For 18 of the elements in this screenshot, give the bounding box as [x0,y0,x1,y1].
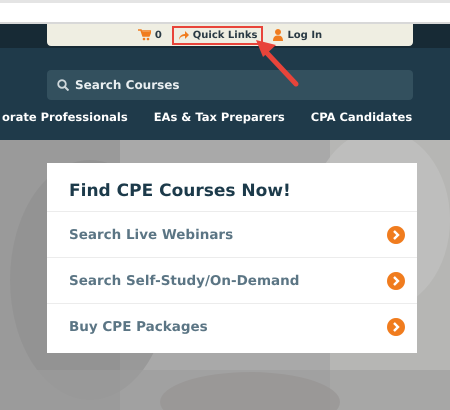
quick-links-link[interactable]: Quick Links [172,26,264,44]
nav-link[interactable]: orate Professionals [2,110,128,124]
course-link[interactable]: Search Self-Study/On-Demand [47,257,417,303]
cart-icon [138,29,151,41]
nav-link[interactable]: CPA Candidates [310,110,412,124]
share-arrow-icon [178,30,189,40]
card-title: Find CPE Courses Now! [69,181,292,203]
login-link[interactable]: Log In [287,30,322,40]
course-link[interactable]: Buy CPE Packages [47,303,417,349]
search-icon [57,79,69,91]
person-icon [273,29,284,41]
chevron-right-icon [387,318,405,336]
nav-link[interactable]: EAs & Tax Preparers [154,110,285,124]
chevron-right-icon [387,272,405,290]
search-field[interactable]: Search Courses [47,70,413,100]
cart-count[interactable]: 0 [154,30,162,40]
chevron-right-icon [387,226,405,244]
course-link[interactable]: Search Live Webinars [47,211,417,257]
